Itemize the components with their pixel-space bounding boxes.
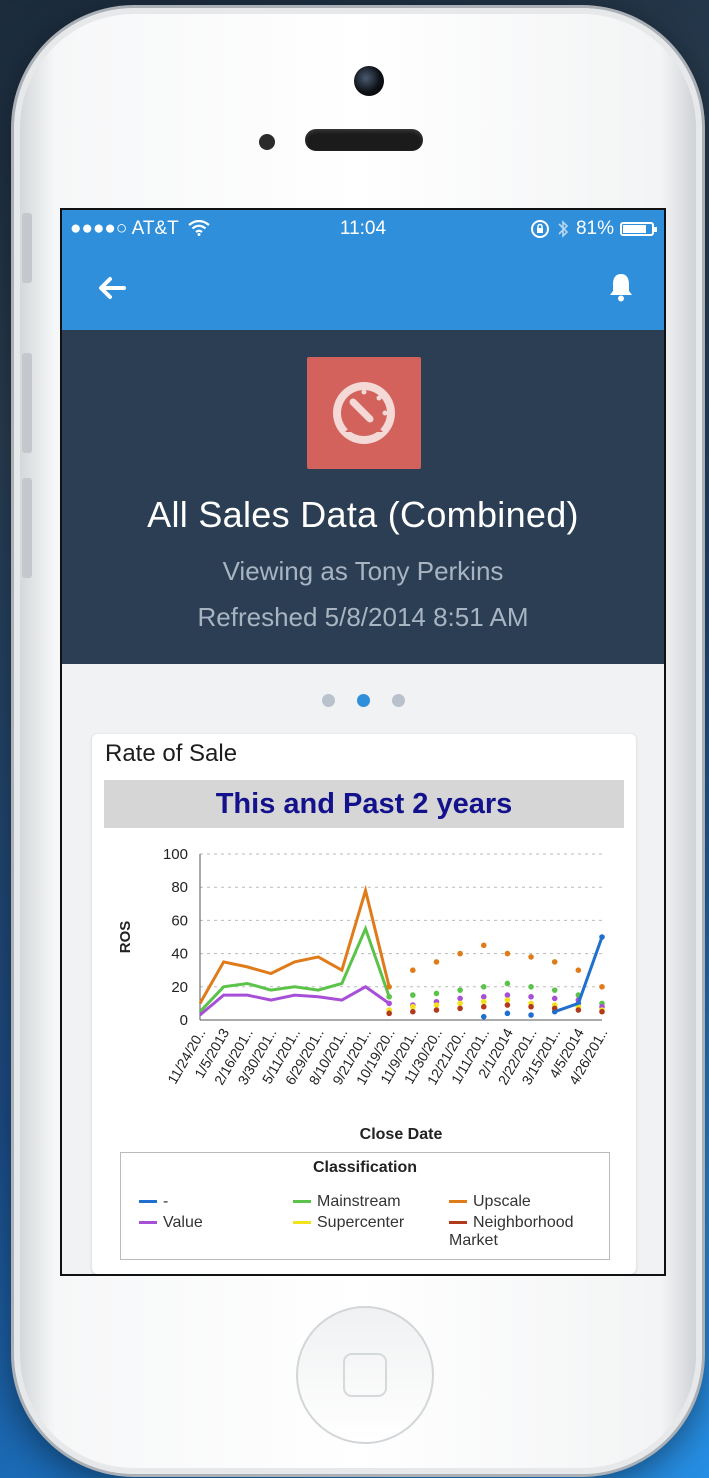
data-point: [386, 1000, 392, 1007]
data-point: [599, 1008, 605, 1015]
data-point: [410, 1003, 416, 1010]
data-point: [457, 987, 463, 993]
card-title: Rate of Sale: [105, 740, 238, 767]
volume-up-button: [22, 353, 32, 453]
data-point: [528, 1003, 534, 1010]
data-point: [386, 993, 392, 1000]
data-point: [433, 959, 440, 965]
status-right: 81%: [530, 218, 657, 240]
chart-heading-band: This and Past 2 years: [104, 780, 624, 828]
data-point: [457, 1005, 463, 1012]
series-line: [554, 936, 604, 1014]
back-arrow-icon[interactable]: [92, 268, 132, 308]
y-tick-label: 20: [171, 979, 188, 996]
data-point: [480, 942, 487, 949]
data-point: [504, 980, 511, 987]
data-point: [504, 950, 511, 957]
legend-item-value: Value: [139, 1214, 203, 1232]
data-point: [433, 1007, 440, 1013]
y-tick-label: 60: [171, 912, 188, 929]
data-point: [551, 959, 558, 965]
data-point: [575, 1007, 582, 1013]
data-point: [457, 995, 463, 1002]
page-indicator[interactable]: [62, 694, 664, 707]
data-point: [528, 1012, 534, 1018]
page-dot-3[interactable]: [391, 694, 405, 707]
phone-screen: ●●●●○ AT&T 11:04 81% All Sales Data (Com…: [60, 208, 666, 1276]
y-tick-label: 40: [171, 946, 188, 963]
y-tick-label: 0: [180, 1012, 188, 1029]
data-point: [480, 1013, 487, 1020]
page-dot-1[interactable]: [321, 694, 335, 707]
home-button[interactable]: [296, 1306, 434, 1444]
legend-item-neighborhood-market: Neighborhood Market: [449, 1214, 574, 1249]
status-bar: ●●●●○ AT&T 11:04 81%: [62, 210, 664, 248]
data-point: [386, 1010, 392, 1017]
data-point: [551, 987, 558, 993]
x-axis-title: Close Date: [360, 1126, 443, 1143]
y-tick-label: 100: [163, 846, 188, 863]
data-point: [410, 992, 416, 998]
refreshed-label: Refreshed 5/8/2014 8:51 AM: [197, 602, 529, 632]
battery-icon: [620, 222, 657, 236]
legend-item-mainstream: Mainstream: [293, 1193, 401, 1211]
volume-down-button: [22, 478, 32, 578]
y-axis-title: ROS: [117, 921, 134, 954]
chart-heading: This and Past 2 years: [215, 788, 513, 820]
data-point: [528, 954, 534, 960]
data-point: [504, 997, 511, 1003]
home-square-icon: [343, 1353, 387, 1397]
data-point: [410, 967, 416, 973]
data-point: [457, 950, 463, 957]
data-point: [551, 995, 558, 1002]
legend-item-supercenter: Supercenter: [293, 1214, 404, 1232]
data-point: [433, 1002, 440, 1008]
data-point: [410, 1008, 416, 1015]
bluetooth-icon: [558, 220, 569, 238]
chart-card[interactable]: Rate of Sale This and Past 2 years 0 20 40…: [92, 734, 636, 1274]
earpiece-speaker: [305, 129, 423, 151]
data-point: [457, 1000, 463, 1007]
legend-title: Classification: [312, 1159, 418, 1176]
legend-item-upscale: Upscale: [449, 1193, 531, 1211]
series-line: [198, 924, 391, 1013]
data-point: [599, 984, 605, 990]
proximity-sensor: [259, 134, 275, 150]
data-point: [504, 1002, 511, 1008]
data-point: [575, 967, 582, 973]
data-point: [386, 984, 392, 990]
data-point: [480, 993, 487, 1000]
rotation-lock-icon: [530, 220, 549, 238]
data-point: [528, 993, 534, 1000]
viewing-as-label: Viewing as Tony Perkins: [222, 556, 504, 586]
bell-icon[interactable]: [604, 270, 638, 304]
y-tick-label: 80: [171, 879, 188, 896]
chart-legend: Classification - Value Mainstream Superc…: [120, 1152, 610, 1260]
data-point: [480, 984, 487, 990]
front-camera: [354, 66, 384, 96]
data-point: [480, 998, 487, 1005]
nav-bar: [62, 248, 664, 330]
data-point: [528, 984, 534, 990]
data-point: [433, 990, 440, 997]
dashboard-header: All Sales Data (Combined) Viewing as Ton…: [62, 330, 664, 664]
data-point: [480, 1003, 487, 1010]
battery-percent: 81%: [575, 218, 614, 239]
data-point: [504, 992, 511, 998]
page-dot-2[interactable]: [356, 694, 370, 707]
series-line: [199, 985, 391, 1017]
dashboard-title: All Sales Data (Combined): [147, 494, 579, 535]
dashboard-icon: [307, 357, 421, 469]
data-point: [504, 1010, 511, 1017]
legend-item-dash: -: [139, 1193, 168, 1211]
mute-switch: [22, 213, 32, 283]
